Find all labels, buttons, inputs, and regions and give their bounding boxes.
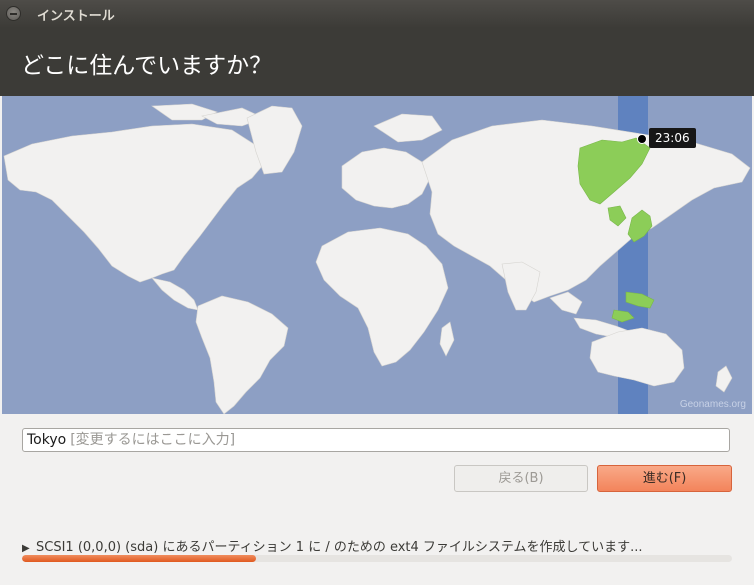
page-title: どこに住んでいますか？ — [21, 53, 273, 79]
install-progress-bar — [22, 555, 732, 562]
status-message: SCSI1 (0,0,0) (sda) にあるパーティション 1 に / のため… — [36, 540, 643, 555]
window-title: インストール — [37, 9, 115, 24]
selected-time-label: 23:06 — [649, 128, 696, 148]
back-button[interactable]: 戻る(B) — [454, 465, 588, 492]
close-icon[interactable] — [6, 6, 21, 21]
location-input[interactable]: Tokyo [変更するにはここに入力] — [22, 428, 730, 452]
map-credit: Geonames.org — [679, 399, 746, 410]
location-value: Tokyo — [27, 432, 67, 448]
expand-triangle-icon[interactable]: ▶ — [22, 543, 36, 554]
location-placeholder: [変更するにはここに入力] — [70, 432, 236, 448]
location-marker — [637, 134, 647, 144]
install-status: ▶ SCSI1 (0,0,0) (sda) にあるパーティション 1 に / のた… — [22, 536, 643, 555]
page-header: どこに住んでいますか？ — [0, 28, 754, 96]
forward-button[interactable]: 進む(F) — [597, 465, 732, 492]
window-titlebar: インストール — [0, 0, 754, 28]
install-progress-fill — [22, 555, 257, 562]
